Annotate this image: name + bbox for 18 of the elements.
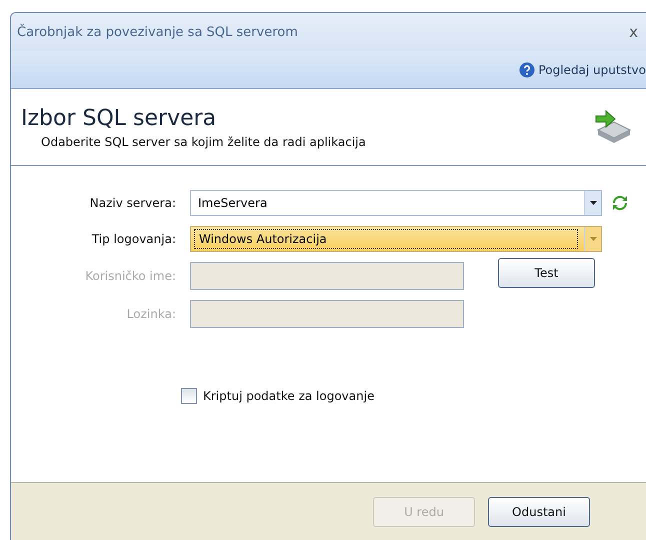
refresh-icon[interactable] [612,194,628,212]
close-button[interactable]: x [629,23,638,41]
help-icon [519,62,536,78]
window-title: Čarobnjak za povezivanje sa SQL serverom [17,24,298,40]
field-label: Korisničko ime: [84,269,176,283]
field-label: Tip logovanja: [90,232,176,246]
field-label: Lozinka: [126,307,176,321]
caret-icon [584,227,601,251]
dropdown-field[interactable]: Windows Autorizacija [190,226,602,252]
page-title: Izbor SQL servera [21,106,218,130]
cancel-button[interactable]: Odustani [488,496,590,526]
page-subtitle: Odaberite SQL server sa kojim želite da radi aplikacija [41,134,366,148]
dropdown-field[interactable]: ImeServera [190,190,602,216]
checkbox[interactable] [181,388,197,404]
field-label: Naziv servera: [88,196,176,210]
encrypt-checkbox[interactable]: Kriptuj podatke za logovanje [181,388,646,404]
help-link[interactable]: Pogledaj uputstvo [519,62,646,78]
caret-icon [584,191,601,215]
